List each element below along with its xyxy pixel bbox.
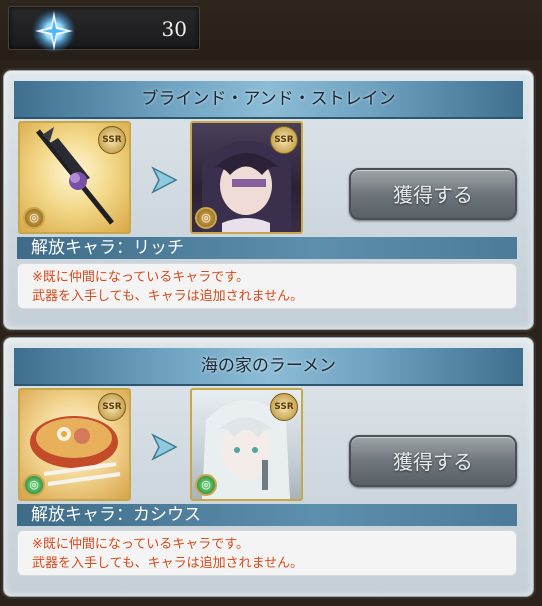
- arrow-right-icon: [151, 433, 178, 461]
- ssr-badge: SSR: [98, 393, 126, 421]
- wind-element-icon: ◎: [195, 474, 217, 496]
- ssr-badge: SSR: [270, 126, 298, 154]
- ssr-badge: SSR: [98, 126, 126, 154]
- ssr-badge: SSR: [270, 393, 298, 421]
- weapon-thumbnail[interactable]: SSR ◎: [18, 388, 131, 501]
- weapon-thumbnail[interactable]: SSR ◎: [18, 121, 131, 234]
- dark-element-icon: ◎: [195, 207, 217, 229]
- weapon-card-1: ブラインド・アンド・ストレイン SSR ◎ SSR ◎ 獲得する 解放キャラ：リ…: [3, 70, 534, 330]
- dark-element-icon: ◎: [23, 207, 45, 229]
- weapon-name: ブラインド・アンド・ストレイン: [14, 81, 523, 119]
- notice-line-2: 武器を入手しても、キャラは追加されません。: [32, 556, 304, 571]
- character-thumbnail[interactable]: SSR ◎: [190, 121, 303, 234]
- obtain-button[interactable]: 獲得する: [349, 435, 517, 487]
- unlock-character-label: 解放キャラ：リッチ: [17, 237, 517, 259]
- wind-element-icon: ◎: [23, 474, 45, 496]
- notice-box: ※既に仲間になっているキャラです。 武器を入手しても、キャラは追加されません。: [17, 263, 517, 309]
- top-bar: 30: [0, 0, 542, 60]
- notice-line-1: ※既に仲間になっているキャラです。: [32, 537, 249, 552]
- character-thumbnail[interactable]: SSR ◎: [190, 388, 303, 501]
- notice-line-2: 武器を入手しても、キャラは追加されません。: [32, 289, 304, 304]
- notice-box: ※既に仲間になっているキャラです。 武器を入手しても、キャラは追加されません。: [17, 530, 517, 576]
- crystal-counter: 30: [8, 6, 200, 53]
- crystal-icon: [32, 9, 76, 53]
- arrow-right-icon: [151, 166, 178, 194]
- weapon-card-2: 海の家のラーメン SSR ◎ SSR ◎ 獲得する 解放キャラ：カシウス ※既に…: [3, 337, 534, 597]
- obtain-button[interactable]: 獲得する: [349, 168, 517, 220]
- crystal-count: 30: [161, 17, 187, 41]
- unlock-character-label: 解放キャラ：カシウス: [17, 504, 517, 526]
- notice-line-1: ※既に仲間になっているキャラです。: [32, 270, 249, 285]
- weapon-name: 海の家のラーメン: [14, 348, 523, 386]
